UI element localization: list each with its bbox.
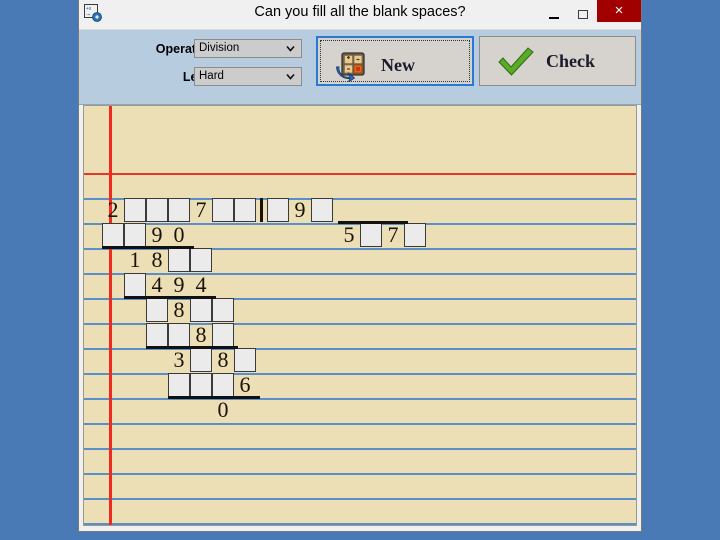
digit-cell: 6 bbox=[239, 372, 251, 397]
digit-cell: 4 bbox=[151, 272, 163, 297]
toolbar: Operation: Division Level: Hard bbox=[79, 30, 641, 105]
blank-input-cell[interactable] bbox=[234, 348, 256, 372]
digit-cell: 0 bbox=[173, 222, 185, 247]
blank-input-cell[interactable] bbox=[146, 323, 168, 347]
blank-input-cell[interactable] bbox=[234, 198, 256, 222]
blank-input-cell[interactable] bbox=[311, 198, 333, 222]
minimize-button[interactable] bbox=[539, 0, 568, 22]
subtraction-bar-2 bbox=[124, 296, 216, 299]
digit-cell: 8 bbox=[173, 297, 185, 322]
blank-input-cell[interactable] bbox=[212, 198, 234, 222]
blank-input-cell[interactable] bbox=[212, 323, 234, 347]
remainder-row-2: 8 bbox=[146, 323, 234, 348]
digit-cell: 8 bbox=[195, 322, 207, 347]
subtraction-bar-1 bbox=[102, 246, 194, 249]
digit-cell: 0 bbox=[217, 397, 229, 422]
remainder-row-1: 18 bbox=[124, 248, 212, 273]
remainder-row-3: 6 bbox=[168, 373, 256, 398]
subtract-row-2: 8 bbox=[146, 298, 234, 323]
digit-cell: 8 bbox=[217, 347, 229, 372]
digit-cell: 1 bbox=[129, 247, 141, 272]
new-button-label: New bbox=[381, 55, 415, 75]
new-button-focus-ring: New bbox=[320, 40, 470, 84]
desktop-background: +x -÷ Can you fill all the blank spaces?… bbox=[0, 0, 720, 540]
digit-cell: 2 bbox=[107, 197, 119, 222]
bring-down-row-2: 494 bbox=[124, 273, 212, 298]
check-button-label: Check bbox=[546, 51, 595, 71]
subtraction-bar-4 bbox=[168, 396, 260, 399]
calculator-refresh-icon bbox=[335, 50, 367, 84]
chevron-down-icon bbox=[285, 43, 296, 54]
close-button[interactable]: × bbox=[597, 0, 641, 22]
subtract-row-3: 38 bbox=[168, 348, 256, 373]
digit-cell: 4 bbox=[195, 272, 207, 297]
dividend-and-divisor-row: 2 7 9 bbox=[102, 198, 333, 223]
operation-select[interactable]: Division bbox=[194, 39, 302, 58]
check-button[interactable]: Check bbox=[479, 36, 636, 86]
subtract-row-1: 90 bbox=[102, 223, 190, 248]
division-divider-bar bbox=[260, 198, 263, 222]
digit-cell: 9 bbox=[294, 197, 306, 222]
blank-input-cell[interactable] bbox=[190, 373, 212, 397]
blank-input-cell[interactable] bbox=[102, 223, 124, 247]
final-remainder-row: 0 bbox=[212, 398, 234, 423]
close-icon: × bbox=[614, 2, 624, 19]
blank-input-cell[interactable] bbox=[124, 223, 146, 247]
new-button[interactable]: New bbox=[316, 36, 474, 86]
operation-select-value: Division bbox=[199, 42, 240, 54]
divisor-underline bbox=[338, 221, 408, 224]
subtraction-bar-3 bbox=[146, 346, 238, 349]
blank-input-cell[interactable] bbox=[190, 348, 212, 372]
maximize-button[interactable] bbox=[568, 0, 597, 22]
title-bar: +x -÷ Can you fill all the blank spaces?… bbox=[79, 0, 641, 30]
digit-cell: 9 bbox=[173, 272, 185, 297]
blank-input-cell[interactable] bbox=[190, 248, 212, 272]
blank-input-cell[interactable] bbox=[190, 298, 212, 322]
level-select-value: Hard bbox=[199, 70, 224, 82]
chevron-down-icon bbox=[285, 71, 296, 82]
digit-cell: 7 bbox=[195, 197, 207, 222]
digit-cell: 8 bbox=[151, 247, 163, 272]
blank-input-cell[interactable] bbox=[404, 223, 426, 247]
minimize-icon bbox=[548, 16, 559, 19]
blank-input-cell[interactable] bbox=[212, 373, 234, 397]
digit-cell: 3 bbox=[173, 347, 185, 372]
maximize-icon bbox=[577, 9, 588, 19]
quotient-row: 57 bbox=[338, 223, 426, 248]
long-division-work: 279579018494883860 bbox=[84, 106, 636, 525]
blank-input-cell[interactable] bbox=[168, 248, 190, 272]
blank-input-cell[interactable] bbox=[168, 323, 190, 347]
blank-input-cell[interactable] bbox=[212, 298, 234, 322]
digit-cell: 9 bbox=[151, 222, 163, 247]
blank-input-cell[interactable] bbox=[146, 298, 168, 322]
level-select[interactable]: Hard bbox=[194, 67, 302, 86]
blank-input-cell[interactable] bbox=[168, 373, 190, 397]
blank-input-cell[interactable] bbox=[267, 198, 289, 222]
blank-input-cell[interactable] bbox=[124, 198, 146, 222]
blank-input-cell[interactable] bbox=[146, 198, 168, 222]
blank-input-cell[interactable] bbox=[360, 223, 382, 247]
blank-input-cell[interactable] bbox=[124, 273, 146, 297]
worksheet-paper: 279579018494883860 bbox=[83, 105, 637, 526]
application-window: +x -÷ Can you fill all the blank spaces?… bbox=[78, 0, 642, 532]
green-checkmark-icon bbox=[496, 46, 536, 78]
blank-input-cell[interactable] bbox=[168, 198, 190, 222]
digit-cell: 5 bbox=[343, 222, 355, 247]
digit-cell: 7 bbox=[387, 222, 399, 247]
